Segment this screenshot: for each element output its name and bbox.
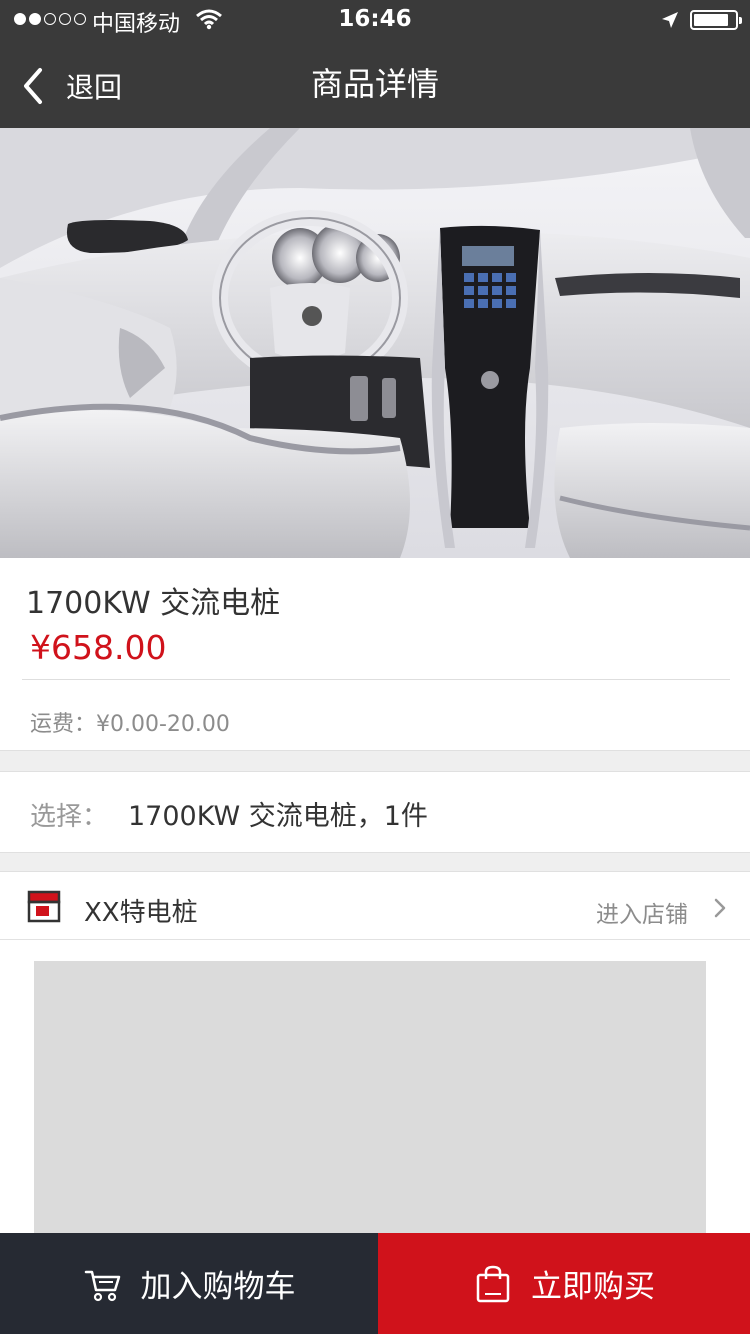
buy-now-button[interactable]: 立即购买 — [378, 1233, 750, 1334]
chevron-right-icon — [714, 898, 726, 918]
description-image-placeholder — [34, 961, 706, 1261]
enter-store-link[interactable]: 进入店铺 — [596, 895, 688, 929]
product-image-carousel[interactable] — [0, 128, 750, 558]
add-to-cart-label: 加入购物车 — [140, 1269, 296, 1305]
section-gap — [0, 852, 750, 872]
location-arrow-icon — [662, 12, 678, 28]
section-gap — [0, 750, 750, 772]
product-info: 1700KW 交流电桩 ¥658.00 运费：¥0.00-20.00 — [0, 558, 750, 750]
divider — [22, 679, 730, 680]
product-name: 1700KW 交流电桩 — [26, 586, 281, 621]
battery-icon — [690, 10, 742, 30]
top-bar: 中国移动 16:46 退回 商品详情 — [0, 0, 750, 128]
bottom-action-bar: 加入购物车 立即购买 — [0, 1233, 750, 1334]
store-icon — [27, 890, 61, 923]
clock: 16:46 — [338, 6, 412, 32]
car-interior-image — [0, 128, 750, 558]
store-name: XX特电桩 — [84, 898, 198, 928]
page-title: 商品详情 — [310, 65, 439, 103]
product-description — [0, 941, 750, 1261]
status-bar: 中国移动 16:46 — [0, 0, 750, 40]
spec-select-label: 选择： — [30, 802, 109, 832]
shipping-fee: 运费：¥0.00-20.00 — [30, 712, 230, 737]
cart-icon — [84, 1270, 120, 1301]
buy-now-label: 立即购买 — [531, 1269, 655, 1305]
add-to-cart-button[interactable]: 加入购物车 — [0, 1233, 378, 1334]
spec-select-value: 1700KW 交流电桩，1件 — [128, 801, 428, 832]
shopping-bag-icon — [476, 1265, 510, 1302]
product-price: ¥658.00 — [30, 628, 167, 667]
spec-select-row[interactable]: 选择： 1700KW 交流电桩，1件 — [0, 772, 750, 852]
store-row[interactable]: XX特电桩 进入店铺 — [0, 872, 750, 940]
